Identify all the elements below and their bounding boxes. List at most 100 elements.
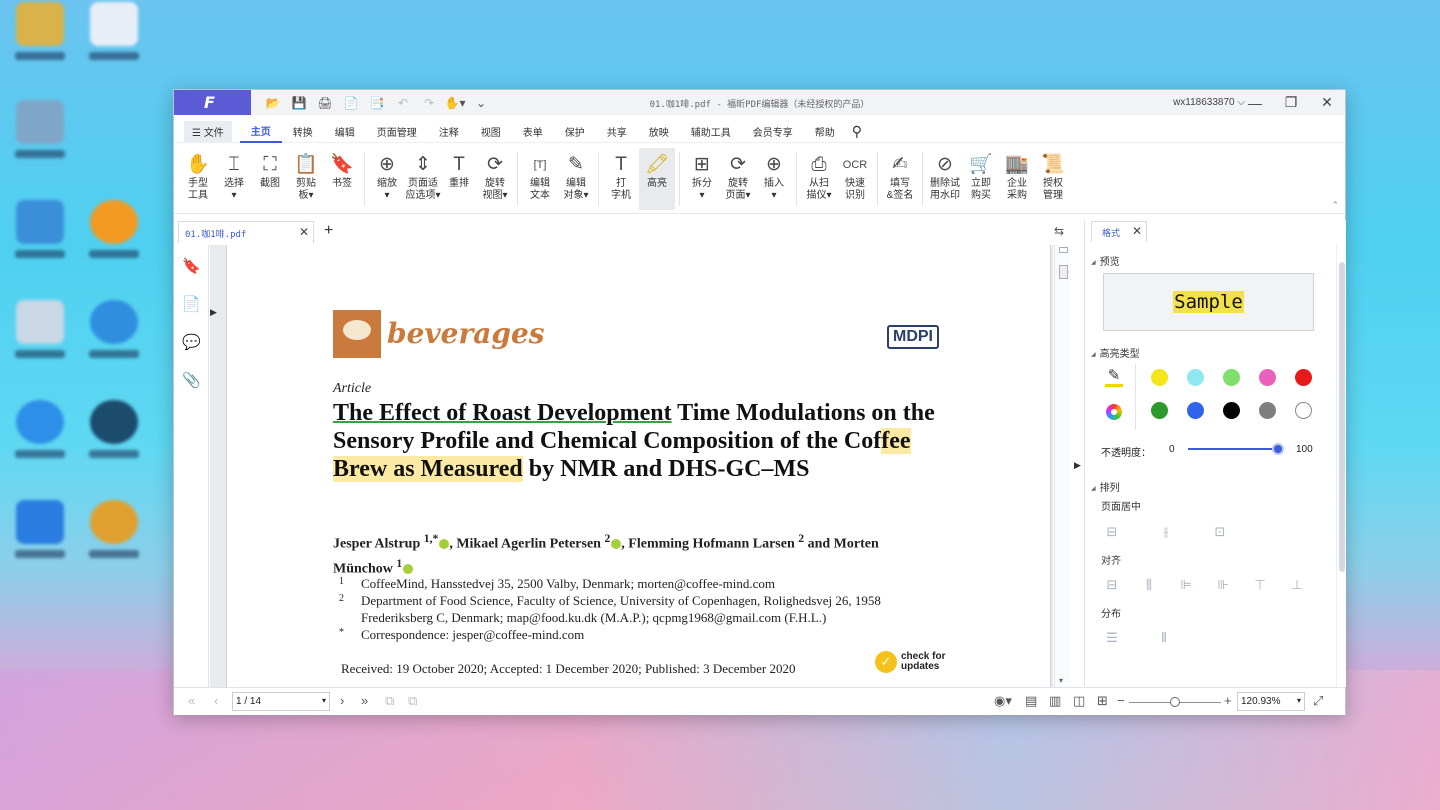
center-both-icon[interactable]: ⊡ xyxy=(1211,523,1229,541)
ribbon-button[interactable]: ⌶ 选择 ▾ xyxy=(216,148,252,210)
color-swatch[interactable] xyxy=(1187,369,1204,386)
zoom-level-input[interactable]: 120.93% ▾ xyxy=(1237,692,1305,711)
orcid-icon[interactable] xyxy=(611,539,622,550)
chevron-down-icon[interactable]: ▾ xyxy=(322,696,326,705)
arrange-heading[interactable]: 排列 xyxy=(1091,479,1120,494)
collapse-right-panel-icon[interactable]: ▶ xyxy=(1074,460,1081,471)
ribbon-button[interactable]: ⇕ 页面适 应选项▾ xyxy=(405,148,441,210)
page-number-input[interactable]: 1 / 14 ▾ xyxy=(232,692,330,711)
ribbon-button[interactable]: 🛒 立即 购买 xyxy=(963,148,999,210)
menu-item[interactable]: 辅助工具 xyxy=(680,121,742,142)
article-title[interactable]: The Effect of Roast Development Time Mod… xyxy=(333,399,953,483)
eye-view-mode-icon[interactable]: ◉▾ xyxy=(994,693,1012,709)
panel-toggle-icon[interactable]: ⇆ xyxy=(1054,224,1064,238)
chevron-down-icon[interactable]: ▾ xyxy=(1297,696,1301,705)
custom-color-icon[interactable] xyxy=(1106,404,1122,420)
menu-item[interactable]: 帮助 xyxy=(804,121,846,142)
color-swatch[interactable] xyxy=(1259,402,1276,419)
menu-item[interactable]: 会员专享 xyxy=(742,121,804,142)
highlighter-pen-icon[interactable]: ✎ xyxy=(1105,368,1123,387)
pdf-page[interactable]: beverages MDPI Article The Effect of Roa… xyxy=(226,245,1051,687)
align-center-icon[interactable]: ⊟ xyxy=(1103,576,1121,594)
menu-item[interactable]: 注释 xyxy=(428,121,470,142)
align-top-icon[interactable]: ⊤ xyxy=(1251,576,1269,594)
desktop-icon[interactable] xyxy=(84,300,144,370)
pages-panel-icon[interactable]: 📄 xyxy=(174,285,209,323)
menu-item[interactable]: 表单 xyxy=(512,121,554,142)
center-horizontal-icon[interactable]: ⊟ xyxy=(1103,523,1121,541)
menu-item[interactable]: 视图 xyxy=(470,121,512,142)
single-page-view-icon[interactable]: ▤ xyxy=(1025,693,1037,709)
next-page-icon[interactable]: › xyxy=(340,693,344,708)
desktop-icon[interactable] xyxy=(84,400,144,470)
ribbon-button[interactable]: ⊕ 插入 ▾ xyxy=(756,148,792,210)
first-page-icon[interactable]: « xyxy=(188,693,195,708)
distribute-horizontal-icon[interactable]: ⫴ xyxy=(1155,629,1173,647)
previous-view-icon[interactable]: ⧉ xyxy=(385,693,394,709)
ribbon-button[interactable]: ⊞ 拆分 ▾ xyxy=(684,148,720,210)
ribbon-button[interactable]: 🖍 高亮 xyxy=(639,148,675,210)
scroll-down-icon[interactable]: ▾ xyxy=(1059,676,1063,685)
format-panel-tab[interactable]: 格式 ✕ xyxy=(1091,221,1147,242)
menu-item[interactable]: 页面管理 xyxy=(366,121,428,142)
center-vertical-icon[interactable]: ⫲ xyxy=(1157,523,1175,541)
menu-item[interactable]: 转换 xyxy=(282,121,324,142)
ribbon-button[interactable]: ⊘ 删除试 用水印 xyxy=(927,148,963,210)
search-icon[interactable]: ⚲ xyxy=(846,123,868,140)
color-swatch[interactable] xyxy=(1295,369,1312,386)
continuous-view-icon[interactable]: ▥ xyxy=(1049,693,1061,709)
color-swatch[interactable] xyxy=(1187,402,1204,419)
continuous-facing-view-icon[interactable]: ⊞ xyxy=(1097,693,1108,709)
opacity-slider-track[interactable] xyxy=(1188,448,1280,450)
align-middle-icon[interactable]: ⫼ xyxy=(1140,576,1158,594)
close-button[interactable]: ✕ xyxy=(1309,90,1345,115)
bookmark-panel-icon[interactable]: 🔖 xyxy=(174,247,209,285)
desktop-icon[interactable] xyxy=(10,2,70,72)
zoom-in-icon[interactable]: + xyxy=(1224,693,1232,708)
attachments-panel-icon[interactable]: 📎 xyxy=(174,361,209,399)
ribbon-button[interactable]: T 重排 xyxy=(441,148,477,210)
full-screen-icon[interactable]: ⤢ xyxy=(1313,693,1323,709)
color-swatch[interactable] xyxy=(1295,402,1312,419)
close-panel-icon[interactable]: ✕ xyxy=(1132,224,1142,238)
preview-heading[interactable]: 预览 xyxy=(1091,253,1120,268)
scrollbar-thumb[interactable] xyxy=(1059,265,1068,279)
vertical-scrollbar[interactable]: ▾ xyxy=(1054,245,1071,687)
color-swatch[interactable] xyxy=(1223,402,1240,419)
check-for-updates-badge[interactable]: ✓ check for updates xyxy=(875,651,945,673)
align-right-icon[interactable]: ⊪ xyxy=(1214,576,1232,594)
orcid-icon[interactable] xyxy=(439,539,450,550)
facing-view-icon[interactable]: ◫ xyxy=(1073,693,1085,709)
ribbon-button[interactable]: ⟳ 旋转 视图▾ xyxy=(477,148,513,210)
align-left-icon[interactable]: ⊫ xyxy=(1177,576,1195,594)
ribbon-button[interactable]: ⛶ 截图 xyxy=(252,148,288,210)
document-viewer[interactable]: beverages MDPI Article The Effect of Roa… xyxy=(210,245,1053,687)
user-account[interactable]: wx118633870 ⌵ xyxy=(1173,97,1245,108)
ribbon-button[interactable]: ✍ 填写 &签名 xyxy=(882,148,918,210)
ribbon-button[interactable]: 🔖 书签 xyxy=(324,148,360,210)
ribbon-button[interactable]: T 打 字机 xyxy=(603,148,639,210)
expand-left-panel-icon[interactable]: ▶ xyxy=(210,307,217,318)
scroll-up-icon[interactable] xyxy=(1059,247,1068,253)
desktop-icon[interactable] xyxy=(10,400,70,470)
desktop-icon[interactable] xyxy=(84,2,144,72)
menu-item[interactable]: 共享 xyxy=(596,121,638,142)
orcid-icon[interactable] xyxy=(403,564,414,575)
collapse-ribbon-icon[interactable]: ⌃ xyxy=(1331,200,1339,211)
menu-item[interactable]: 编辑 xyxy=(324,121,366,142)
color-swatch[interactable] xyxy=(1151,402,1168,419)
desktop-icon[interactable] xyxy=(84,500,144,570)
ribbon-button[interactable]: ✎ 编辑 对象▾ xyxy=(558,148,594,210)
close-tab-icon[interactable]: ✕ xyxy=(299,225,309,239)
ribbon-button[interactable]: ⎙ 从扫 描仪▾ xyxy=(801,148,837,210)
file-menu[interactable]: ☰ 文件 xyxy=(184,121,232,142)
ribbon-button[interactable]: [T] 编辑 文本 xyxy=(522,148,558,210)
ribbon-button[interactable]: OCR 快速 识别 xyxy=(837,148,873,210)
ribbon-button[interactable]: 📋 剪贴 板▾ xyxy=(288,148,324,210)
opacity-slider-handle[interactable] xyxy=(1272,443,1284,455)
desktop-icon[interactable] xyxy=(10,100,70,170)
last-page-icon[interactable]: » xyxy=(361,693,368,708)
desktop-icon[interactable] xyxy=(10,500,70,570)
menu-item[interactable]: 放映 xyxy=(638,121,680,142)
menu-item[interactable]: 保护 xyxy=(554,121,596,142)
